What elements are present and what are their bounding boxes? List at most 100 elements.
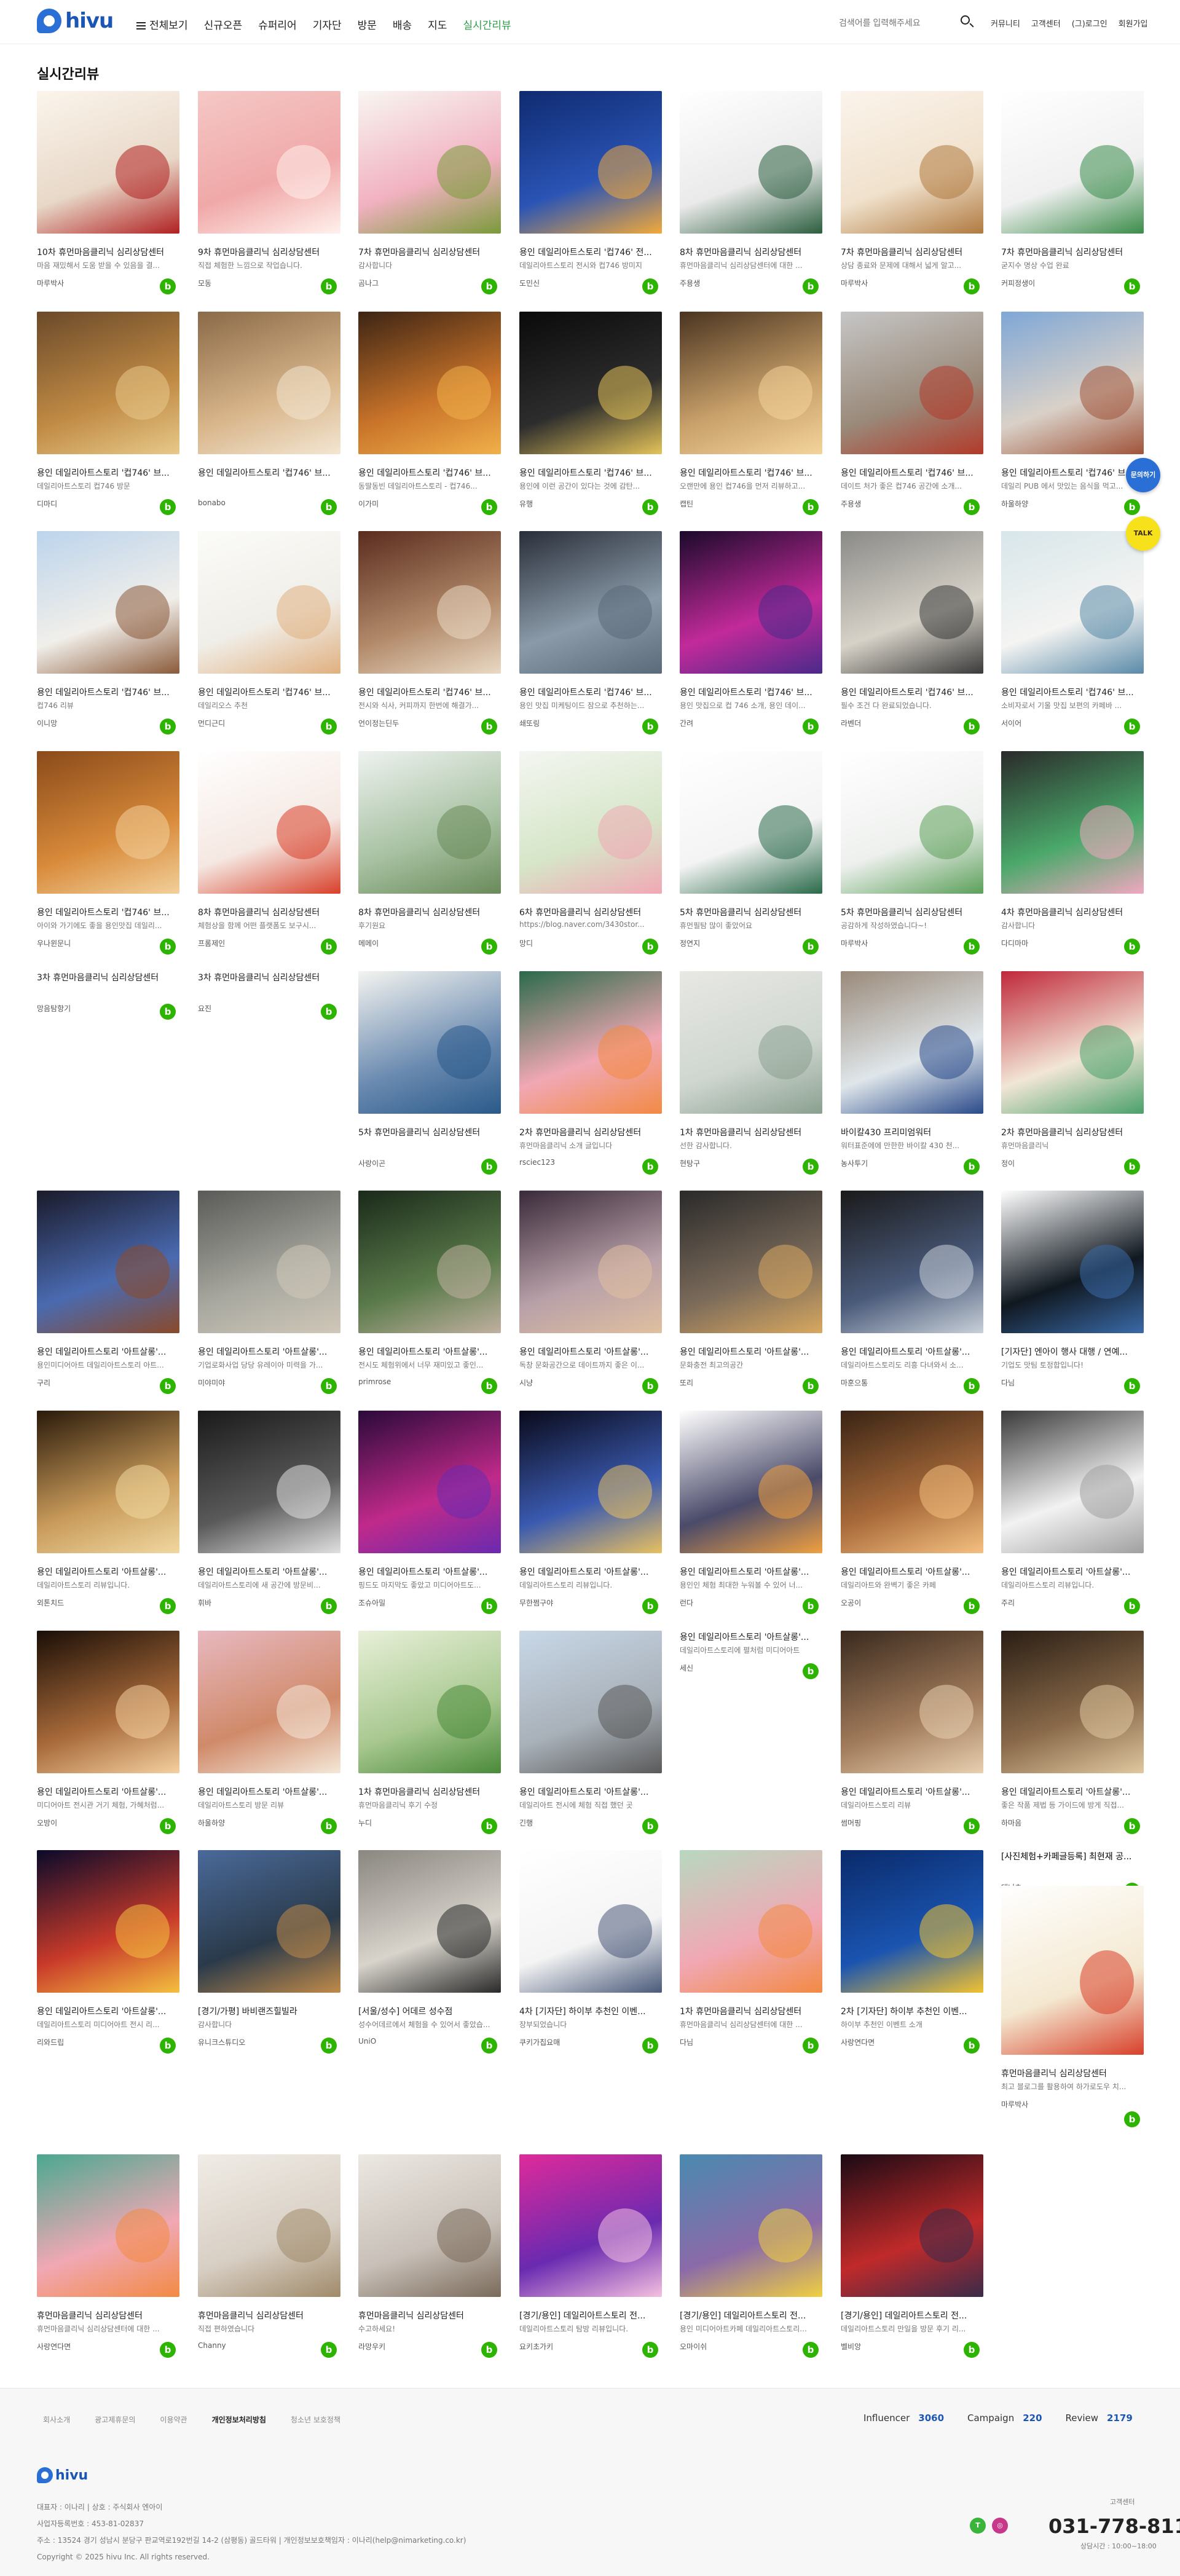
review-thumbnail[interactable] [198,312,340,454]
blog-badge-icon[interactable]: b [964,1378,980,1394]
review-card[interactable]: 8차 휴먼마음클리닉 심리상담센터 휴먼마음클리닉 심리상담센터에 대한 ... 주… [680,91,822,294]
review-card[interactable]: 3차 휴먼마음클리닉 심리상담센터 망음탐항기 b [37,971,179,1020]
kakao-talk-button[interactable]: TALK [1126,516,1160,551]
review-thumbnail[interactable] [680,312,822,454]
review-thumbnail[interactable] [37,2154,179,2297]
search-input[interactable] [839,15,968,31]
blog-badge-icon[interactable]: b [803,1378,819,1394]
review-card[interactable]: 휴먼마음클리닉 심리상담센터 직접 편하였습니다 Channy b [198,2154,340,2358]
review-thumbnail[interactable] [841,1191,983,1333]
search-icon[interactable] [959,14,975,30]
review-card[interactable]: 4차 휴먼마음클리닉 심리상담센터 감사합니다 다디마마 b [1001,751,1144,955]
review-thumbnail[interactable] [680,971,822,1114]
review-card[interactable]: 2차 휴먼마음클리닉 심리상담센터 휴먼마음클리닉 정이 b [1001,971,1144,1175]
blog-badge-icon[interactable]: b [481,1598,497,1614]
review-thumbnail[interactable] [519,971,662,1114]
review-thumbnail[interactable] [358,531,501,674]
review-card[interactable]: [서울/성수] 어데르 성수점 성수어데르에서 체험을 수 있어서 좋았습... U… [358,1850,501,2054]
review-title[interactable]: 9차 휴먼마음클리닉 심리상담센터 [198,246,340,257]
review-card[interactable]: [경기/용인] 데일리아트스토리 전... 데일리아트스토리 탐방 리뷰입니다. 요… [519,2154,662,2358]
review-card[interactable]: 용인 데일리아트스토리 '아트살롱'... 데일리아트스토리 리뷰입니다. 외톤치드… [37,1411,179,1614]
blog-badge-icon[interactable]: b [1124,1378,1140,1394]
review-card[interactable]: 용인 데일리아트스토리 '아트살롱'... 데일리아트 전시에 체험 직접 했던 … [519,1631,662,1834]
review-thumbnail[interactable] [198,531,340,674]
review-thumbnail[interactable] [1001,1631,1144,1773]
review-card[interactable]: 용인 데일리아트스토리 '아트살롱'... 데일리아트스토리 방문 리뷰 하울하양 b [198,1631,340,1834]
review-title[interactable]: 용인 데일리아트스토리 '컵746' 브... [198,686,340,697]
review-thumbnail[interactable] [37,751,179,894]
review-thumbnail[interactable] [680,751,822,894]
review-thumbnail[interactable] [1001,1191,1144,1333]
review-card[interactable]: 5차 휴먼마음클리닉 심리상담센터 휴먼필탐 많이 좋았어요 정연지 b [680,751,822,955]
review-card[interactable]: 2차 [기자단] 하이부 추천인 이벤... 하이부 추천인 이벤트 소개 사랑연다… [841,1850,983,2054]
review-thumbnail[interactable] [519,91,662,234]
review-thumbnail[interactable] [519,751,662,894]
review-thumbnail[interactable] [519,1411,662,1553]
blog-badge-icon[interactable]: b [321,278,337,294]
login-link[interactable]: (그)로그인 [1072,17,1107,29]
review-thumbnail[interactable] [841,312,983,454]
review-title[interactable]: 2차 휴먼마음클리닉 심리상담센터 [1001,1126,1144,1137]
review-card[interactable]: 용인 데일리아트스토리 '아트살롱'... 데일리아트스토리 리뷰입니다. 주리 b [1001,1411,1144,1614]
blog-badge-icon[interactable]: b [321,499,337,515]
footer-ads-link[interactable]: 광고제휴문의 [95,2414,135,2425]
blog-badge-icon[interactable]: b [642,2038,658,2054]
footer-terms-link[interactable]: 이용약관 [160,2414,187,2425]
review-thumbnail[interactable] [37,1850,179,1993]
review-thumbnail[interactable] [1001,751,1144,894]
review-card[interactable]: 용인 데일리아트스토리 '컵746' 브... 소비자로서 기울 맛집 보편의 카… [1001,531,1144,735]
cs-phone[interactable]: 031-778-8117 [1048,2515,1180,2538]
review-thumbnail[interactable] [198,1191,340,1333]
review-thumbnail[interactable] [358,1850,501,1993]
review-thumbnail[interactable] [841,1411,983,1553]
blog-badge-icon[interactable]: b [160,2342,176,2358]
review-title[interactable]: 용인 데일리아트스토리 '아트살롱'... [198,1786,340,1797]
blog-badge-icon[interactable]: b [1124,278,1140,294]
review-title[interactable]: 7차 휴먼마음클리닉 심리상담센터 [358,246,501,257]
review-card[interactable]: 10차 휴먼마음클리닉 심리상담센터 마음 재밌해서 도움 받을 수 있음을 결.… [37,91,179,294]
review-thumbnail[interactable] [841,531,983,674]
nav-live-review[interactable]: 실시간리뷰 [463,17,511,32]
blog-badge-icon[interactable]: b [964,1598,980,1614]
review-thumbnail[interactable] [841,1631,983,1773]
review-title[interactable]: 휴먼마음클리닉 심리상담센터 [37,2309,179,2320]
review-thumbnail[interactable] [519,1631,662,1773]
review-card[interactable]: 용인 데일리아트스토리 '아트살롱'... 문화충전 최고의공간 또리 b [680,1191,822,1394]
review-title[interactable]: 용인 데일리아트스토리 '컵746' 브... [680,467,822,478]
review-title[interactable]: 휴먼마음클리닉 심리상담센터 [358,2309,501,2320]
review-card[interactable]: 4차 [기자단] 하이부 추천인 이벤... 장부되었습니다 쿠키가칩요매 b [519,1850,662,2054]
blog-badge-icon[interactable]: b [803,499,819,515]
blog-badge-icon[interactable]: b [642,719,658,735]
review-card[interactable]: 용인 데일리아트스토리 '아트살롱'... 데일리아트스토리 리뷰입니다. 무한쩜구… [519,1411,662,1614]
review-card[interactable]: 용인 데일리아트스토리 '컵746' 브... 컵746 리뷰 이니망 b [37,531,179,735]
review-title[interactable]: [경기/용인] 데일리아트스토리 전... [519,2309,662,2320]
review-title[interactable]: 용인 데일리아트스토리 '컵746' 브... [358,686,501,697]
review-title[interactable]: [사진체험+카페글등록] 최현재 공... [1001,1850,1144,1861]
review-title[interactable]: 용인 데일리아트스토리 '컵746' 브... [37,906,179,917]
blog-badge-icon[interactable]: b [803,939,819,955]
review-title[interactable]: 4차 [기자단] 하이부 추천인 이벤... [519,2005,662,2016]
blog-badge-icon[interactable]: b [160,1818,176,1834]
blog-badge-icon[interactable]: b [1124,1598,1140,1614]
review-title[interactable]: 용인 데일리아트스토리 '컵746' 브... [37,467,179,478]
review-card[interactable]: 용인 데일리아트스토리 '컵746' 브... 데일리 PUB 에서 맛있는 음식… [1001,312,1144,515]
support-link[interactable]: 고객센터 [1031,17,1061,29]
review-card[interactable]: 용인 데일리아트스토리 '컵746' 브... 아이와 가기에도 좋을 용인맛집 … [37,751,179,955]
review-thumbnail[interactable] [841,91,983,234]
blog-badge-icon[interactable]: b [321,1598,337,1614]
signup-link[interactable]: 회원가입 [1119,17,1148,29]
review-card[interactable]: 용인 데일리아트스토리 '아트살롱'... 용인인 체험 최대한 누워볼 수 있어… [680,1411,822,1614]
blog-badge-icon[interactable]: b [803,278,819,294]
review-title[interactable]: [경기/용인] 데일리아트스토리 전... [841,2309,983,2320]
review-card[interactable]: 용인 데일리아트스토리 '컵746' 브... 데이트 처가 좋은 컵746 공간… [841,312,983,515]
footer-privacy-link[interactable]: 개인정보처리방침 [212,2414,266,2425]
review-thumbnail[interactable] [841,1850,983,1993]
review-thumbnail[interactable] [358,971,501,1114]
blog-badge-icon[interactable]: b [481,2038,497,2054]
blog-badge-icon[interactable]: b [642,1598,658,1614]
review-thumbnail[interactable] [519,312,662,454]
review-thumbnail[interactable] [358,312,501,454]
review-thumbnail[interactable] [358,1191,501,1333]
blog-badge-icon[interactable]: b [321,1004,337,1020]
review-card[interactable]: [기자단] 엔아이 행사 대행 / 연예... 기업도 맛팀 토정합입니다! 다님 b [1001,1191,1144,1394]
